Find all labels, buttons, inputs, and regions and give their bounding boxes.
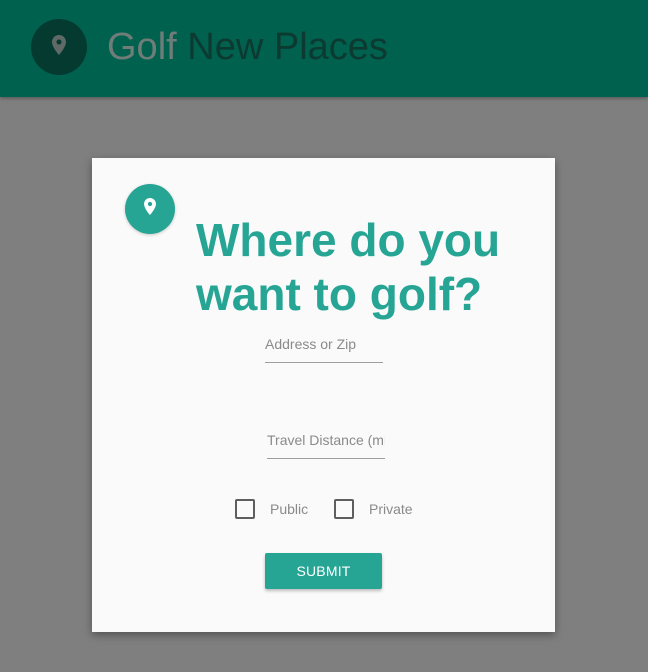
card-heading: Where do you want to golf? bbox=[196, 213, 501, 320]
search-card: Where do you want to golf? Public Privat… bbox=[92, 158, 555, 632]
map-pin-icon bbox=[52, 34, 66, 60]
private-checkbox-label: Private bbox=[369, 501, 413, 517]
map-pin-icon bbox=[144, 198, 156, 220]
public-checkbox-box[interactable] bbox=[235, 499, 255, 519]
address-field[interactable] bbox=[265, 336, 383, 363]
app-title: Golf New Places bbox=[107, 24, 388, 70]
submit-button[interactable]: SUBMIT bbox=[265, 553, 382, 589]
app-title-rest: New Places bbox=[187, 26, 388, 68]
distance-input[interactable] bbox=[267, 432, 385, 458]
public-checkbox-label: Public bbox=[270, 501, 309, 517]
address-input[interactable] bbox=[265, 336, 383, 362]
app-bar: Golf New Places bbox=[0, 0, 648, 97]
private-checkbox[interactable]: Private bbox=[334, 499, 413, 519]
public-checkbox[interactable]: Public bbox=[235, 499, 308, 519]
distance-field[interactable] bbox=[267, 432, 385, 459]
app-title-first-word: Golf bbox=[107, 26, 177, 68]
app-logo bbox=[31, 19, 87, 75]
card-pin-badge bbox=[125, 184, 175, 234]
private-checkbox-box[interactable] bbox=[334, 499, 354, 519]
